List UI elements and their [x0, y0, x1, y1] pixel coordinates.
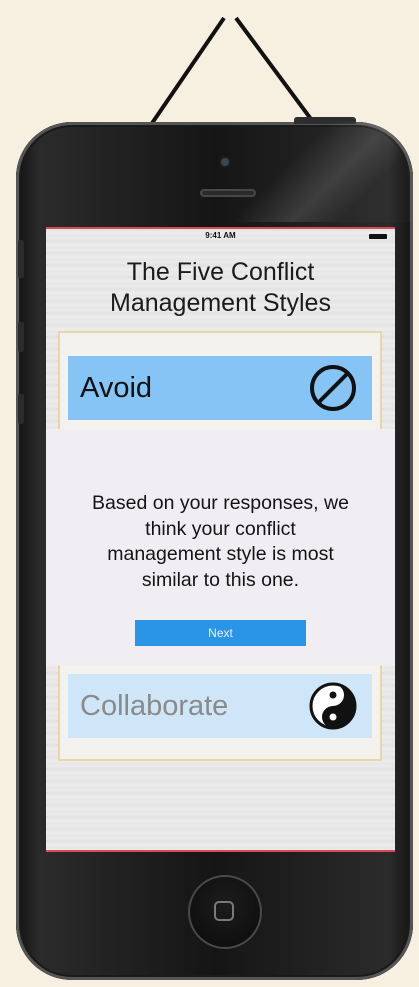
result-message-line-1: Based on your responses, we	[92, 492, 349, 514]
volume-up-button	[18, 322, 24, 352]
yin-yang-icon	[309, 682, 357, 730]
prohibited-icon	[310, 365, 356, 411]
result-message-line-3: management style is most	[107, 543, 334, 565]
page-title: The Five Conflict Management Styles	[46, 257, 395, 319]
volume-down-button	[18, 394, 24, 424]
earpiece-speaker	[200, 189, 256, 197]
result-message-line-4: similar to this one.	[141, 568, 300, 591]
home-button[interactable]	[188, 875, 262, 949]
power-button	[294, 117, 356, 124]
mute-switch	[18, 240, 24, 278]
phone-screen: 9:41 AM The Five Conflict Management Sty…	[46, 227, 395, 852]
status-bar: 9:41 AM	[46, 231, 395, 243]
result-message: Based on your responses, we think your c…	[52, 491, 389, 593]
next-button[interactable]: Next	[135, 620, 306, 646]
title-line-1: The Five Conflict	[126, 258, 315, 286]
battery-icon	[369, 234, 387, 239]
result-message-line-2: think your conflict	[145, 517, 296, 540]
style-option-collaborate[interactable]: Collaborate	[68, 674, 372, 738]
home-square-icon	[214, 901, 234, 921]
result-dialog: Based on your responses, we think your c…	[46, 429, 395, 665]
status-time: 9:41 AM	[205, 231, 236, 240]
title-line-2: Management Styles	[110, 289, 331, 317]
style-label-avoid: Avoid	[80, 371, 153, 404]
front-camera	[221, 158, 229, 166]
style-label-collaborate: Collaborate	[80, 689, 229, 722]
phone-mockup-stage: 9:41 AM The Five Conflict Management Sty…	[0, 0, 419, 987]
style-option-avoid[interactable]: Avoid	[68, 356, 372, 420]
